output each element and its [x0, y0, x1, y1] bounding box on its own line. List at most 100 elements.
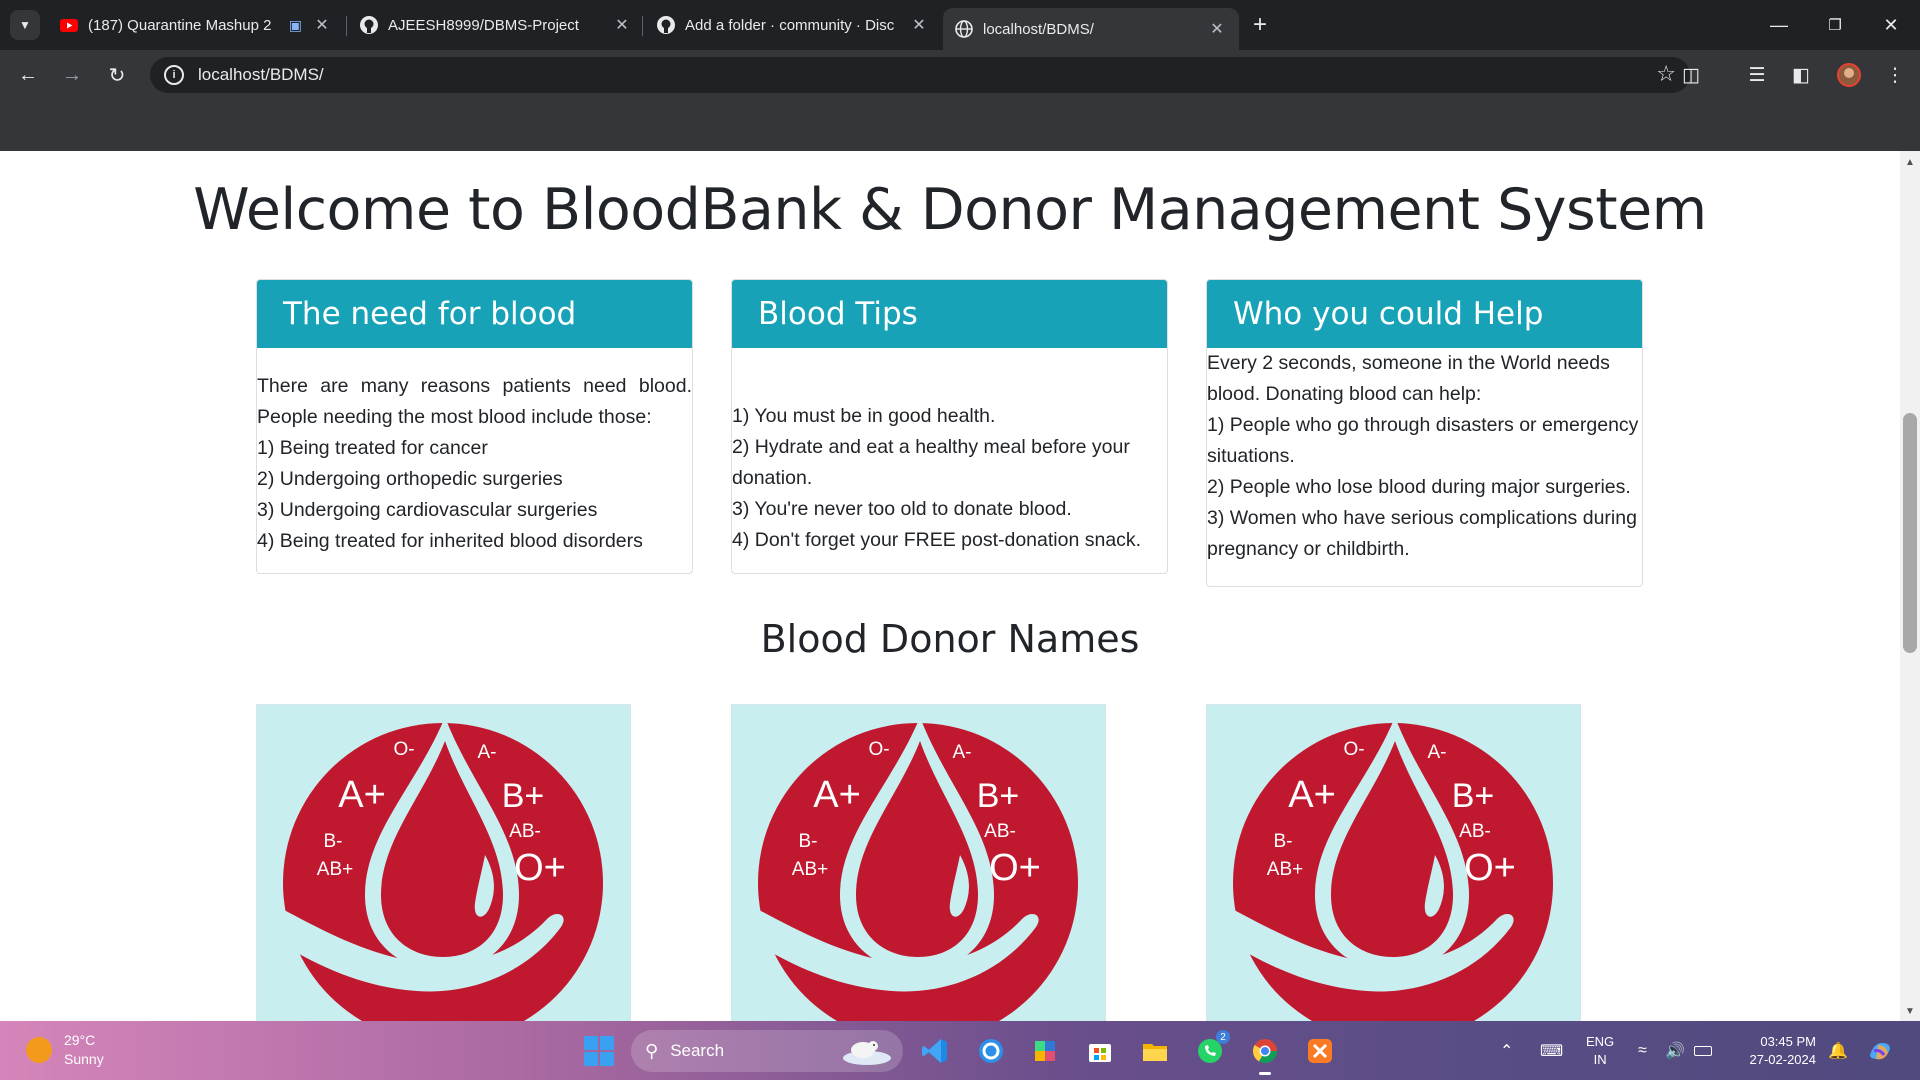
more-menu-icon[interactable]: ⋮: [1880, 60, 1910, 90]
card-who-you-could-help: Who you could Help Every 2 seconds, some…: [1206, 279, 1643, 587]
card-text: 1) You must be in good health.: [732, 405, 996, 427]
tab-github-dbms[interactable]: AJEESH8999/DBMS-Project ✕: [348, 8, 644, 42]
blood-group-label: O+: [989, 847, 1041, 889]
language-indicator[interactable]: ENG IN: [1586, 1033, 1614, 1069]
search-label: Search: [670, 1041, 725, 1060]
bell-glyph: 🔔: [1828, 1042, 1848, 1060]
minimize-button[interactable]: —: [1750, 0, 1808, 50]
address-bar[interactable]: i localhost/BDMS/ ☆: [150, 57, 1690, 93]
restore-button[interactable]: ❐: [1806, 0, 1864, 50]
blood-group-label: O+: [1464, 847, 1516, 889]
card-need-for-blood: The need for blood There are many reason…: [256, 279, 693, 574]
edge-app-icon[interactable]: [973, 1033, 1009, 1069]
scroll-down-icon[interactable]: ▼: [1905, 1006, 1915, 1017]
blood-group-label: AB+: [792, 859, 828, 880]
blood-group-logo: O- A- A+ B+ B- AB- AB+ O+: [261, 717, 603, 1021]
start-button[interactable]: [584, 1036, 614, 1066]
bookmark-star-icon[interactable]: ☆: [1656, 61, 1676, 87]
notification-bell-icon[interactable]: 🔔: [1828, 1021, 1848, 1080]
taskbar-search[interactable]: ⚲ Search: [631, 1030, 903, 1072]
blood-group-label: AB+: [317, 859, 353, 880]
section-title-donors: Blood Donor Names: [760, 617, 1140, 661]
tab-localhost-bdms[interactable]: localhost/BDMS/ ✕: [943, 8, 1239, 50]
new-tab-button[interactable]: +: [1245, 10, 1275, 40]
whatsapp-app-icon[interactable]: 2: [1192, 1030, 1230, 1069]
page-scrollbar[interactable]: ▲ ▼: [1900, 151, 1920, 1021]
close-tab-icon[interactable]: ✕: [612, 15, 632, 35]
blood-group-label: A+: [338, 774, 386, 816]
blood-group-label: B-: [324, 831, 343, 852]
store-app-icon[interactable]: [1082, 1033, 1118, 1069]
photos-app-icon[interactable]: [1027, 1033, 1063, 1069]
close-tab-icon[interactable]: ✕: [909, 15, 929, 35]
blood-group-label: A+: [1288, 774, 1336, 816]
weather-temp: 29°C: [64, 1032, 96, 1048]
windows-logo-icon: [584, 1036, 598, 1050]
site-info-icon[interactable]: i: [164, 65, 184, 85]
reload-icon: ↻: [108, 64, 126, 87]
card-text: 2) Undergoing orthopedic surgeries: [257, 468, 563, 490]
card-body: Every 2 seconds, someone in the World ne…: [1207, 348, 1642, 565]
blood-group-label: B+: [502, 777, 545, 815]
wifi-icon[interactable]: ≈: [1638, 1021, 1647, 1080]
back-button[interactable]: ←: [12, 59, 44, 91]
address-url[interactable]: localhost/BDMS/: [198, 65, 324, 85]
copilot-icon[interactable]: [1866, 1021, 1894, 1080]
donor-card[interactable]: O- A- A+ B+ B- AB- AB+ O+: [256, 704, 631, 1021]
card-header: Who you could Help: [1207, 280, 1642, 348]
keyboard-icon: ⌨: [1540, 1042, 1564, 1060]
file-explorer-app-icon[interactable]: [1137, 1033, 1173, 1069]
card-text: 4) Being treated for inherited blood dis…: [257, 530, 643, 552]
chrome-app-icon[interactable]: [1247, 1033, 1283, 1075]
card-text: 4) Don't forget your FREE post-donation …: [732, 529, 1142, 551]
close-window-button[interactable]: ✕: [1862, 0, 1920, 50]
lang-code: ENG: [1586, 1034, 1615, 1049]
card-header: Blood Tips: [732, 280, 1167, 348]
reading-list-icon[interactable]: ☰: [1742, 60, 1772, 90]
page-title: Welcome to BloodBank & Donor Management …: [193, 177, 1707, 243]
vscode-app-icon[interactable]: [917, 1033, 953, 1069]
volume-icon[interactable]: 🔊: [1665, 1021, 1685, 1080]
card-body: There are many reasons patients need blo…: [257, 348, 692, 557]
blood-group-label: A-: [1428, 742, 1447, 763]
blood-group-label: A-: [478, 742, 497, 763]
cast-icon: ▣: [288, 16, 302, 33]
globe-icon: [955, 20, 973, 38]
scroll-up-icon[interactable]: ▲: [1905, 157, 1915, 168]
card-blood-tips: Blood Tips 1) You must be in good health…: [731, 279, 1168, 574]
card-text: 3) You're never too old to donate blood.: [732, 498, 1072, 520]
windows-taskbar: 29°C Sunny ⚲ Search 2 ⌃ ⌨ ENG IN ≈ 🔊 03:…: [0, 1021, 1920, 1080]
xampp-app-icon[interactable]: [1302, 1033, 1338, 1069]
extensions-icon[interactable]: ◫: [1676, 60, 1706, 90]
search-icon: ⚲: [645, 1040, 659, 1061]
forward-button[interactable]: →: [56, 59, 88, 91]
tab-separator: [346, 16, 347, 36]
windows-logo-pane: [584, 1052, 598, 1066]
weather-widget[interactable]: 29°C Sunny: [26, 1031, 104, 1069]
donor-card[interactable]: O- A- A+ B+ B- AB- AB+ O+: [731, 704, 1106, 1021]
tab-youtube[interactable]: (187) Quarantine Mashup 2 ▣ ✕: [48, 8, 344, 42]
scrollbar-thumb[interactable]: [1903, 413, 1917, 653]
close-tab-icon[interactable]: ✕: [1207, 19, 1227, 39]
reload-button[interactable]: ↻: [101, 59, 133, 91]
side-panel-icon[interactable]: ◧: [1786, 60, 1816, 90]
blood-group-label: AB-: [984, 821, 1016, 842]
tab-search-button[interactable]: ▼: [10, 10, 40, 40]
tab-separator: [642, 16, 643, 36]
blood-group-label: B+: [977, 777, 1020, 815]
donor-card[interactable]: O- A- A+ B+ B- AB- AB+ O+: [1206, 704, 1581, 1021]
close-tab-icon[interactable]: ✕: [312, 15, 332, 35]
blood-group-label: AB-: [509, 821, 541, 842]
clock-date: 27-02-2024: [1749, 1052, 1817, 1067]
clock[interactable]: 03:45 PM 27-02-2024: [1740, 1033, 1817, 1069]
github-icon: [657, 16, 675, 34]
card-text: There are many reasons patients need blo…: [257, 375, 692, 428]
card-text: 1) Being treated for cancer: [257, 437, 488, 459]
show-hidden-icons[interactable]: ⌃: [1500, 1021, 1513, 1080]
profile-avatar[interactable]: [1834, 60, 1864, 90]
touch-keyboard-icon[interactable]: ⌨: [1540, 1021, 1563, 1080]
tab-github-community[interactable]: Add a folder · community · Disc ✕: [645, 8, 941, 42]
battery-icon[interactable]: [1694, 1021, 1712, 1080]
bookmark-bar: [0, 100, 1920, 151]
card-text: Every 2 seconds, someone in the World ne…: [1207, 352, 1610, 405]
